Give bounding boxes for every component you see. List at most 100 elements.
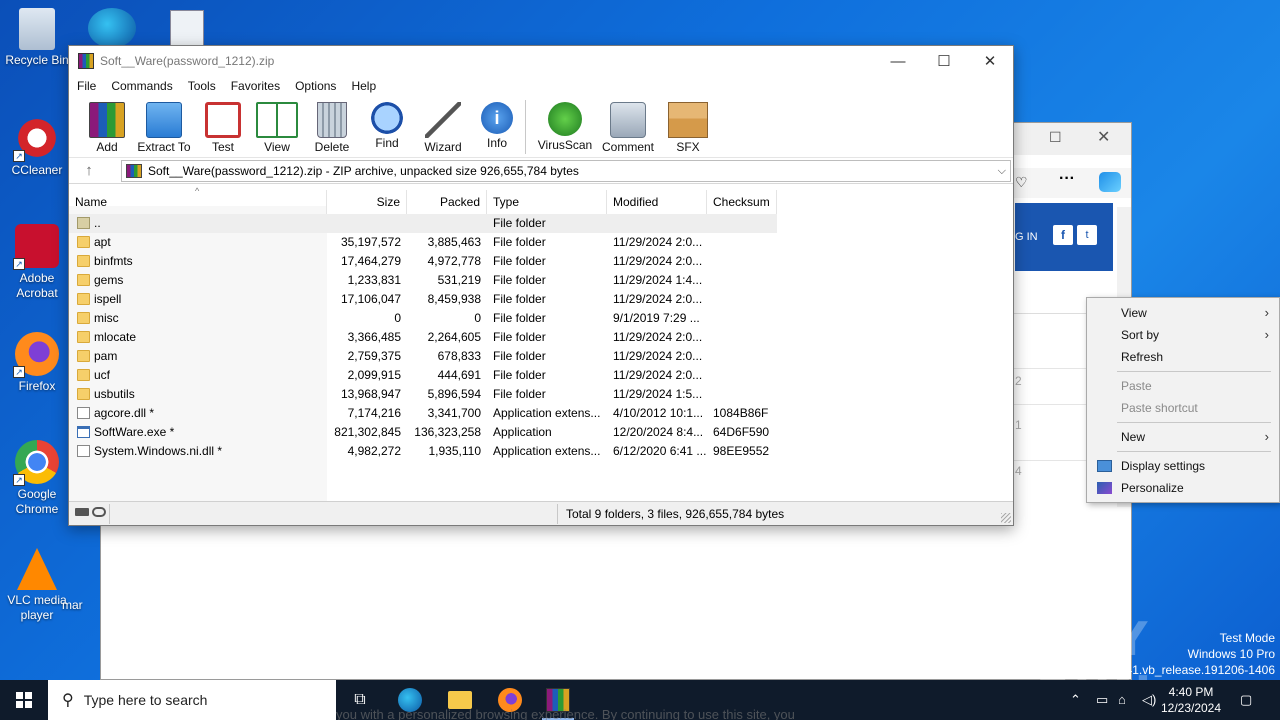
start-button[interactable] [0,680,48,720]
context-item-personalize[interactable]: Personalize [1087,477,1279,499]
extract-to-button[interactable]: Extract To [131,96,197,154]
column-header-type[interactable]: Type [487,190,607,214]
context-item-label: Display settings [1121,459,1206,473]
file-name: misc [94,311,119,325]
chevron-right-icon: › [1264,305,1269,320]
volume-icon[interactable]: ◁) [1142,692,1156,708]
winrar-titlebar[interactable]: Soft__Ware(password_1212).zip — ☐ ✕ [69,46,1013,76]
menu-options[interactable]: Options [295,79,336,93]
file-size: 4,982,272 [347,444,401,458]
column-header-name[interactable]: Name ^ [69,186,327,214]
table-row[interactable]: usbutils 13,968,947 5,896,594 File folder 11… [69,385,777,404]
desktop-icon-recycle-bin[interactable]: Recycle Bin [0,8,74,68]
table-row[interactable]: agcore.dll * 7,174,216 3,341,700 Applicatio… [69,404,777,423]
key-icon[interactable] [92,507,106,517]
info-button[interactable]: i Info [471,96,523,150]
table-row[interactable]: ispell 17,106,047 8,459,938 File folder 11/2… [69,290,777,309]
close-button[interactable]: ✕ [967,46,1013,76]
menu-help[interactable]: Help [351,79,376,93]
table-row[interactable]: binfmts 17,464,279 4,972,778 File folder 11/… [69,252,777,271]
wizard-label: Wizard [424,140,462,154]
menu-commands[interactable]: Commands [111,79,172,93]
column-header-modified[interactable]: Modified [607,190,707,214]
chevron-down-icon[interactable]: ⌵ [998,165,1006,178]
resize-grip[interactable] [1001,513,1011,523]
drive-icon[interactable] [75,508,89,516]
context-item-refresh[interactable]: Refresh [1087,346,1279,368]
view-button[interactable]: View [249,96,305,154]
delete-button[interactable]: Delete [305,96,359,154]
desktop-icon-chrome[interactable]: ↗ Google Chrome [0,440,74,517]
table-row[interactable]: .. File folder [69,214,777,233]
winrar-app-icon [78,53,94,69]
virusscan-button[interactable]: VirusScan [534,96,596,152]
browser-maximize-icon[interactable]: ☐ [1049,129,1062,146]
winrar-window[interactable]: Soft__Ware(password_1212).zip — ☐ ✕ File… [68,45,1014,526]
table-row[interactable]: ucf 2,099,915 444,691 File folder 11/29/2024… [69,366,777,385]
file-size [327,214,401,233]
clock[interactable]: 4:40 PM 12/23/2024 [1156,684,1226,716]
table-row[interactable]: misc 0 0 File folder 9/1/2019 7:29 ... [69,309,777,328]
login-text[interactable]: G IN [1015,231,1038,243]
up-arrow-icon[interactable]: ↑ [69,162,109,179]
file-size: 7,174,216 [347,406,401,420]
desktop-icon-firefox[interactable]: ↗ Firefox [0,332,74,394]
column-header-packed[interactable]: Packed [407,190,487,214]
find-button[interactable]: Find [359,96,415,150]
folder-icon [77,331,90,343]
test-button[interactable]: Test [197,96,249,154]
browser-toolbar: ♡ ··· [1013,168,1131,198]
table-row[interactable]: mlocate 3,366,485 2,264,605 File folder 11/2… [69,328,777,347]
file-desktop-icon[interactable] [170,10,204,48]
menu-favorites[interactable]: Favorites [231,79,280,93]
sfx-button[interactable]: SFX [660,96,716,154]
folder-icon [77,236,90,248]
context-item-view[interactable]: View › [1087,302,1279,324]
desktop-icon-ccleaner[interactable]: ↗ CCleaner [0,116,74,178]
address-text: Soft__Ware(password_1212).zip - ZIP arch… [148,164,579,178]
column-header-checksum[interactable]: Checksum [707,190,777,214]
desktop-icon-partial[interactable]: mar [62,598,102,613]
chevron-up-icon[interactable]: ⌃ [1070,692,1081,708]
menu-file[interactable]: File [77,79,96,93]
table-row[interactable]: System.Windows.ni.dll * 4,982,272 1,935,11… [69,442,777,461]
add-button[interactable]: Add [83,96,131,154]
menu-tools[interactable]: Tools [188,79,216,93]
maximize-button[interactable]: ☐ [921,46,967,76]
copilot-icon[interactable] [1099,172,1121,192]
comment-button[interactable]: Comment [596,96,660,154]
context-item-display-settings[interactable]: Display settings [1087,455,1279,477]
more-icon[interactable]: ··· [1059,170,1075,188]
file-name: binfmts [94,254,133,268]
file-list[interactable]: Name ^ Size Packed Type Modified Checksu… [69,186,1013,502]
facebook-icon[interactable]: f [1053,225,1073,245]
desktop-icon-adobe-acrobat[interactable]: ↗ Adobe Acrobat [0,224,74,301]
wizard-button[interactable]: Wizard [415,96,471,154]
table-row[interactable]: apt 35,197,572 3,885,463 File folder 11/29/2… [69,233,777,252]
notification-icon[interactable]: ▢ [1240,692,1252,708]
address-field[interactable]: Soft__Ware(password_1212).zip - ZIP arch… [121,160,1011,182]
side-num: 2 [1015,374,1022,388]
table-row[interactable]: SoftWare.exe * 821,302,845 136,323,258 Appl… [69,423,777,442]
network-icon[interactable]: ⌂ [1118,692,1126,707]
minimize-button[interactable]: — [875,46,921,76]
table-row[interactable]: pam 2,759,375 678,833 File folder 11/29/2024… [69,347,777,366]
column-header-size[interactable]: Size [327,190,407,214]
browser-close-icon[interactable]: ✕ [1097,127,1110,147]
file-checksum [713,347,777,366]
health-icon[interactable]: ♡ [1015,174,1028,191]
edge-desktop-icon[interactable] [88,8,136,48]
file-packed: 678,833 [437,349,481,363]
file-packed: 136,323,258 [414,425,481,439]
file-checksum: 64D6F590 [713,425,770,439]
status-text: Total 9 folders, 3 files, 926,655,784 by… [566,507,785,521]
file-size: 2,759,375 [347,349,401,363]
table-row[interactable]: gems 1,233,831 531,219 File folder 11/29/202… [69,271,777,290]
battery-icon[interactable]: ▭ [1096,692,1108,708]
file-type: File folder [493,273,546,287]
twitter-icon[interactable]: t [1077,225,1097,245]
context-item-new[interactable]: New › [1087,426,1279,448]
desktop-context-menu: View › Sort by › Refresh Paste Paste short… [1086,297,1280,503]
taskbar-search[interactable]: ⚲ Type here to search [48,680,336,720]
context-item-sort-by[interactable]: Sort by › [1087,324,1279,346]
